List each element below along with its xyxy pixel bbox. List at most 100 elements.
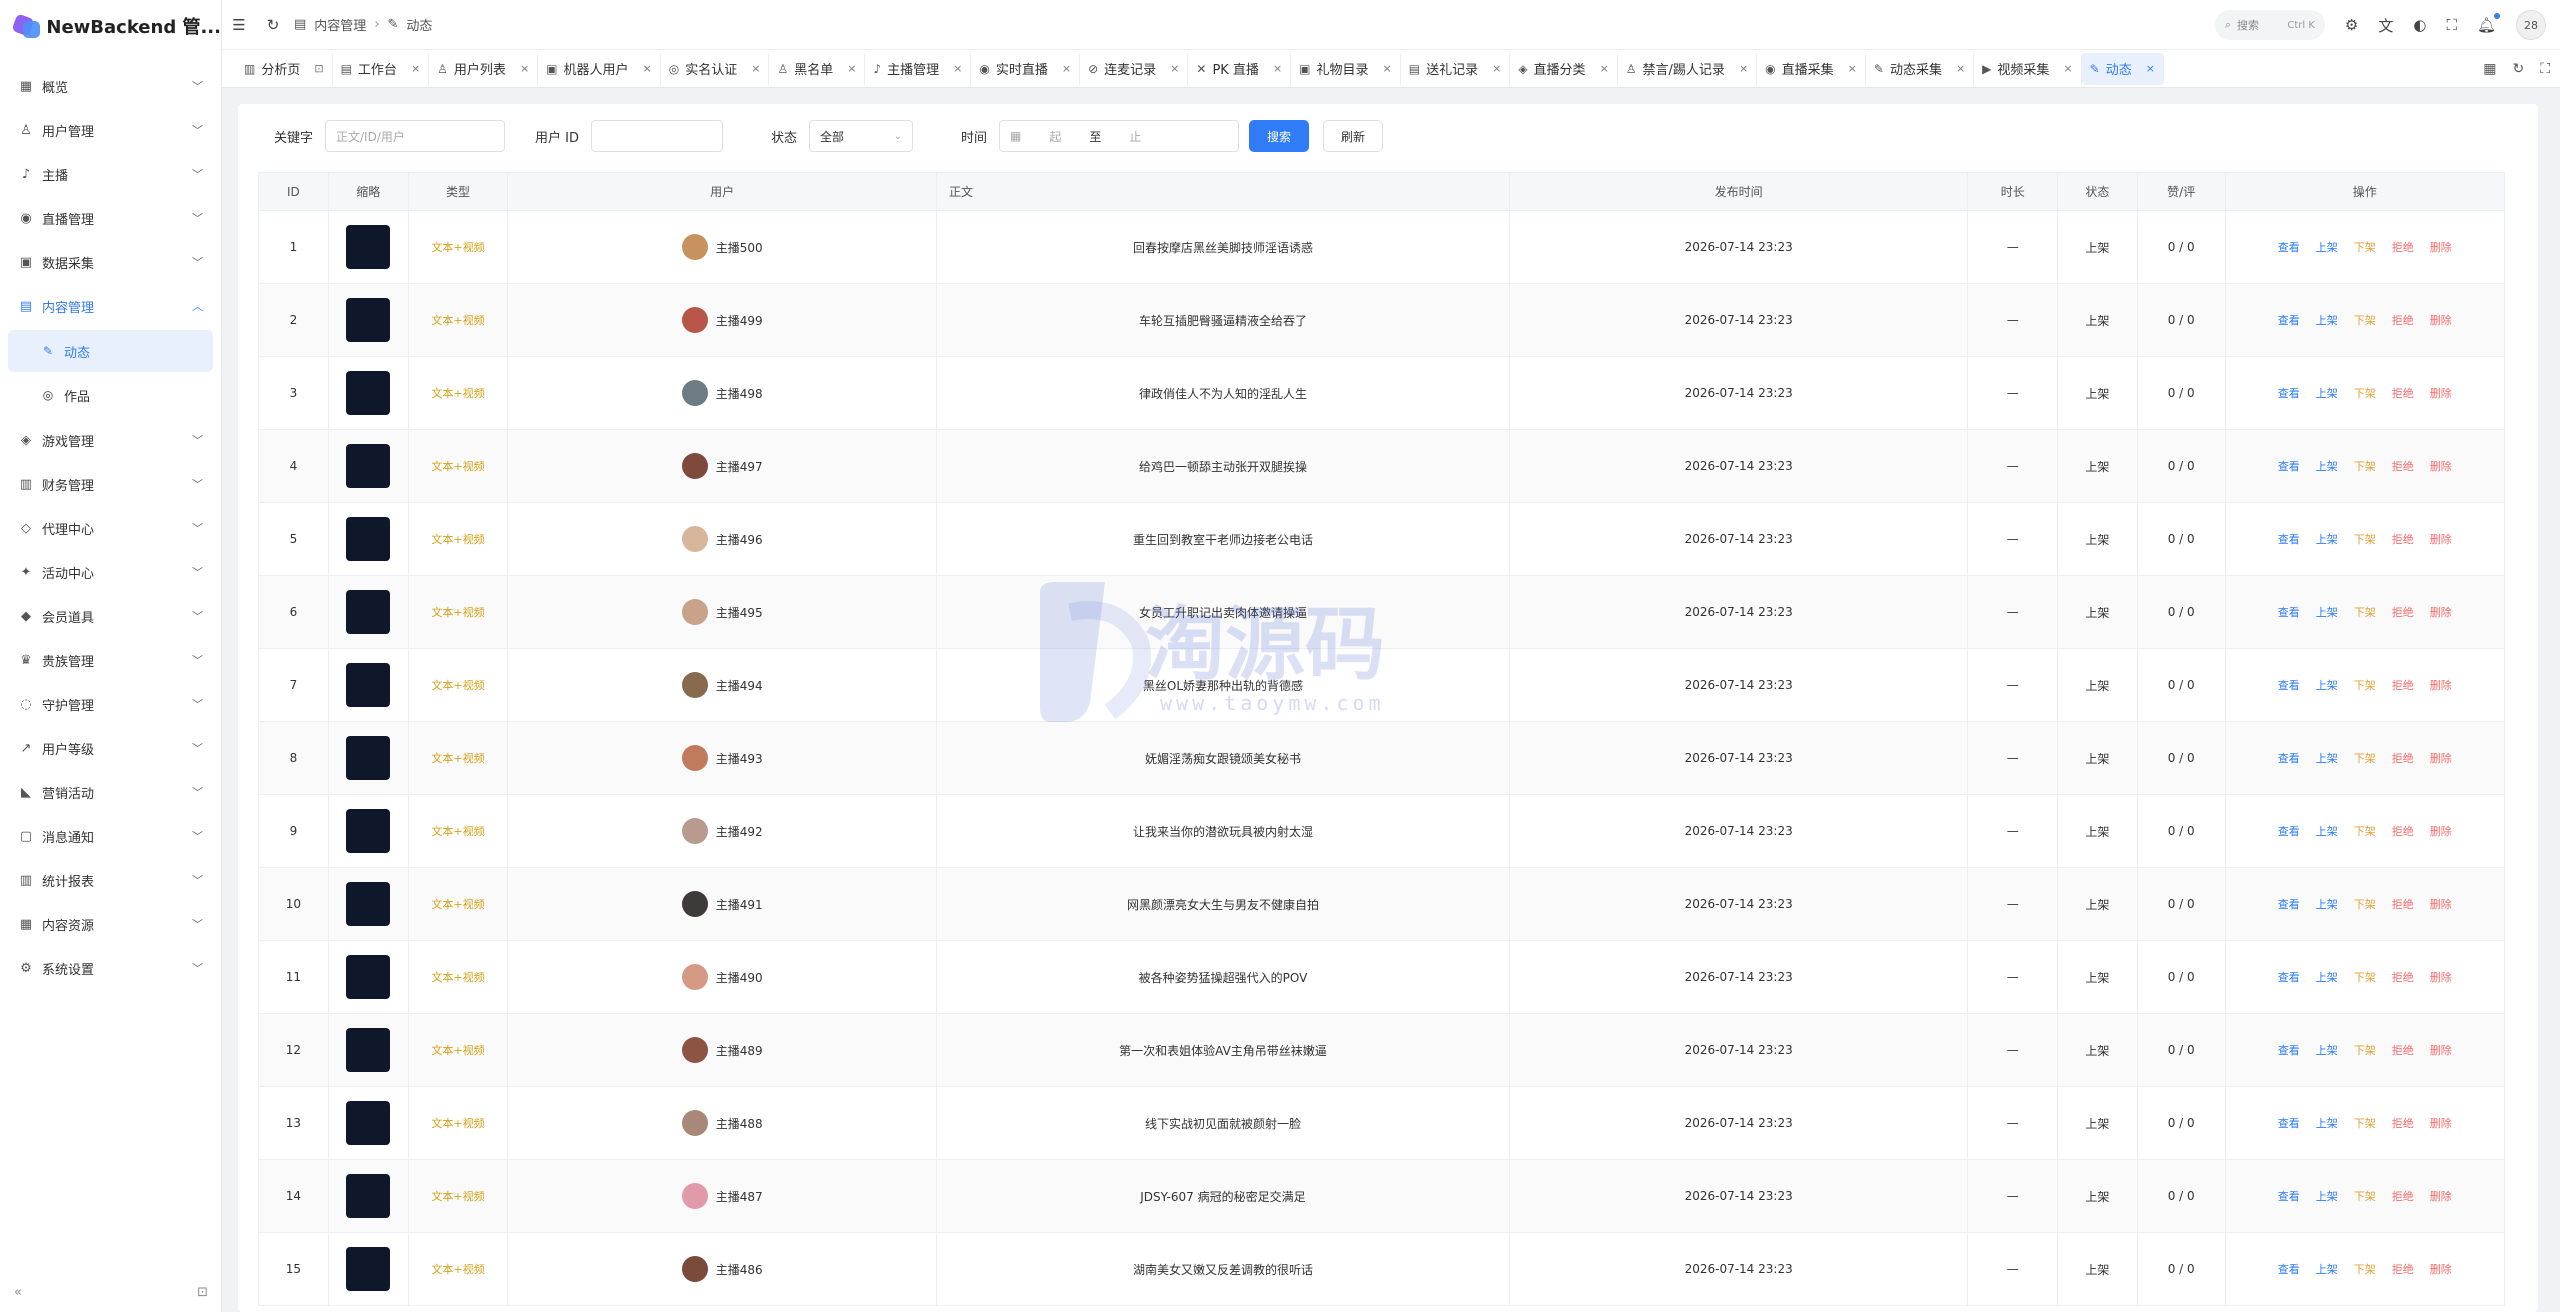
sidebar-item-15[interactable]: ▢ 消息通知 ﹀ <box>0 814 221 858</box>
view-button[interactable]: 查看 <box>2278 458 2300 474</box>
breadcrumb-parent[interactable]: 内容管理 <box>314 15 366 34</box>
tab-9[interactable]: ✕ PK 直播 × <box>1188 52 1292 85</box>
sidebar-item-14[interactable]: ◣ 营销活动 ﹀ <box>0 770 221 814</box>
reject-button[interactable]: 拒绝 <box>2392 823 2414 839</box>
unpublish-button[interactable]: 下架 <box>2354 604 2376 620</box>
close-icon[interactable]: × <box>953 62 962 75</box>
thumbnail-image[interactable] <box>346 371 391 415</box>
thumbnail-image[interactable] <box>346 517 391 561</box>
thumbnail-image[interactable] <box>346 1174 391 1218</box>
thumbnail-image[interactable] <box>346 882 391 926</box>
sidebar-item-2[interactable]: ♪ 主播 ﹀ <box>0 152 221 196</box>
reject-button[interactable]: 拒绝 <box>2392 1115 2414 1131</box>
view-button[interactable]: 查看 <box>2278 823 2300 839</box>
tab-17[interactable]: ✎ 动态 × <box>2081 52 2164 85</box>
publish-button[interactable]: 上架 <box>2316 385 2338 401</box>
publish-button[interactable]: 上架 <box>2316 604 2338 620</box>
fullscreen-icon[interactable]: ⛶ <box>2446 16 2457 34</box>
tab-refresh-icon[interactable]: ↻ <box>2512 61 2524 77</box>
user-avatar[interactable]: 28 <box>2516 10 2546 40</box>
delete-button[interactable]: 删除 <box>2430 823 2452 839</box>
notification-bell-icon[interactable]: 🔔︎ <box>2477 13 2500 34</box>
publish-button[interactable]: 上架 <box>2316 239 2338 255</box>
reject-button[interactable]: 拒绝 <box>2392 604 2414 620</box>
tab-11[interactable]: ▤ 送礼记录 × <box>1401 52 1511 85</box>
reject-button[interactable]: 拒绝 <box>2392 969 2414 985</box>
unpublish-button[interactable]: 下架 <box>2354 531 2376 547</box>
sidebar-item-13[interactable]: ↗ 用户等级 ﹀ <box>0 726 221 770</box>
sidebar-item-8[interactable]: ◇ 代理中心 ﹀ <box>0 506 221 550</box>
publish-button[interactable]: 上架 <box>2316 750 2338 766</box>
sidebar-item-11[interactable]: ♛ 贵族管理 ﹀ <box>0 638 221 682</box>
publish-button[interactable]: 上架 <box>2316 1188 2338 1204</box>
tab-8[interactable]: ⊘ 连麦记录 × <box>1080 52 1189 85</box>
sidebar-item-4[interactable]: ▣ 数据采集 ﹀ <box>0 240 221 284</box>
unpublish-button[interactable]: 下架 <box>2354 1042 2376 1058</box>
sidebar-subitem-0[interactable]: ✎ 动态 <box>8 330 213 372</box>
publish-button[interactable]: 上架 <box>2316 896 2338 912</box>
tab-2[interactable]: ♙ 用户列表 × <box>429 52 539 85</box>
view-button[interactable]: 查看 <box>2278 1042 2300 1058</box>
refresh-icon[interactable]: ↻ <box>256 16 290 34</box>
view-button[interactable]: 查看 <box>2278 969 2300 985</box>
search-button[interactable]: 搜索 <box>1249 120 1310 152</box>
close-icon[interactable]: × <box>1956 62 1965 75</box>
publish-button[interactable]: 上架 <box>2316 531 2338 547</box>
unpublish-button[interactable]: 下架 <box>2354 239 2376 255</box>
sidebar-item-18[interactable]: ⚙ 系统设置 ﹀ <box>0 946 221 990</box>
reject-button[interactable]: 拒绝 <box>2392 385 2414 401</box>
thumbnail-image[interactable] <box>346 225 391 269</box>
close-icon[interactable]: × <box>2063 62 2072 75</box>
thumbnail-image[interactable] <box>346 663 391 707</box>
close-icon[interactable]: × <box>411 62 420 75</box>
tab-15[interactable]: ✎ 动态采集 × <box>1866 52 1975 85</box>
delete-button[interactable]: 删除 <box>2430 896 2452 912</box>
view-button[interactable]: 查看 <box>2278 239 2300 255</box>
settings-icon[interactable]: ⚙ <box>2345 16 2358 34</box>
reject-button[interactable]: 拒绝 <box>2392 677 2414 693</box>
logo[interactable]: NewBackend 管... <box>0 0 221 52</box>
unpublish-button[interactable]: 下架 <box>2354 750 2376 766</box>
unpublish-button[interactable]: 下架 <box>2354 458 2376 474</box>
close-icon[interactable]: × <box>847 62 856 75</box>
view-button[interactable]: 查看 <box>2278 750 2300 766</box>
delete-button[interactable]: 删除 <box>2430 1115 2452 1131</box>
tab-14[interactable]: ◉ 直播采集 × <box>1757 52 1866 85</box>
sidebar-item-3[interactable]: ◉ 直播管理 ﹀ <box>0 196 221 240</box>
tab-maximize-icon[interactable]: ⛶ <box>2540 61 2550 77</box>
unpublish-button[interactable]: 下架 <box>2354 385 2376 401</box>
delete-button[interactable]: 删除 <box>2430 1188 2452 1204</box>
sidebar-item-6[interactable]: ◈ 游戏管理 ﹀ <box>0 418 221 462</box>
close-icon[interactable]: × <box>1170 62 1179 75</box>
refresh-button[interactable]: 刷新 <box>1323 120 1384 152</box>
view-button[interactable]: 查看 <box>2278 604 2300 620</box>
tab-1[interactable]: ▤ 工作台 × <box>333 52 430 85</box>
reject-button[interactable]: 拒绝 <box>2392 1188 2414 1204</box>
reject-button[interactable]: 拒绝 <box>2392 531 2414 547</box>
sidebar-subitem-1[interactable]: ◎ 作品 <box>8 374 213 416</box>
theme-icon[interactable]: ◐ <box>2413 16 2426 34</box>
tab-layout-icon[interactable]: ▦ <box>2483 61 2496 77</box>
menu-toggle-icon[interactable]: ☰ <box>222 16 256 34</box>
reject-button[interactable]: 拒绝 <box>2392 458 2414 474</box>
delete-button[interactable]: 删除 <box>2430 531 2452 547</box>
thumbnail-image[interactable] <box>346 1101 391 1145</box>
close-icon[interactable]: × <box>643 62 652 75</box>
view-button[interactable]: 查看 <box>2278 896 2300 912</box>
close-icon[interactable]: × <box>1600 62 1609 75</box>
thumbnail-image[interactable] <box>346 1028 391 1072</box>
sidebar-item-17[interactable]: ▦ 内容资源 ﹀ <box>0 902 221 946</box>
delete-button[interactable]: 删除 <box>2430 604 2452 620</box>
publish-button[interactable]: 上架 <box>2316 1115 2338 1131</box>
close-icon[interactable]: × <box>1383 62 1392 75</box>
unpublish-button[interactable]: 下架 <box>2354 1115 2376 1131</box>
tab-12[interactable]: ◈ 直播分类 × <box>1510 52 1618 85</box>
close-icon[interactable]: × <box>1492 62 1501 75</box>
close-icon[interactable]: × <box>2146 62 2155 75</box>
publish-button[interactable]: 上架 <box>2316 677 2338 693</box>
delete-button[interactable]: 删除 <box>2430 750 2452 766</box>
pin-icon[interactable]: ⊡ <box>314 62 323 75</box>
publish-button[interactable]: 上架 <box>2316 1261 2338 1277</box>
thumbnail-image[interactable] <box>346 590 391 634</box>
sidebar-item-1[interactable]: ♙ 用户管理 ﹀ <box>0 108 221 152</box>
